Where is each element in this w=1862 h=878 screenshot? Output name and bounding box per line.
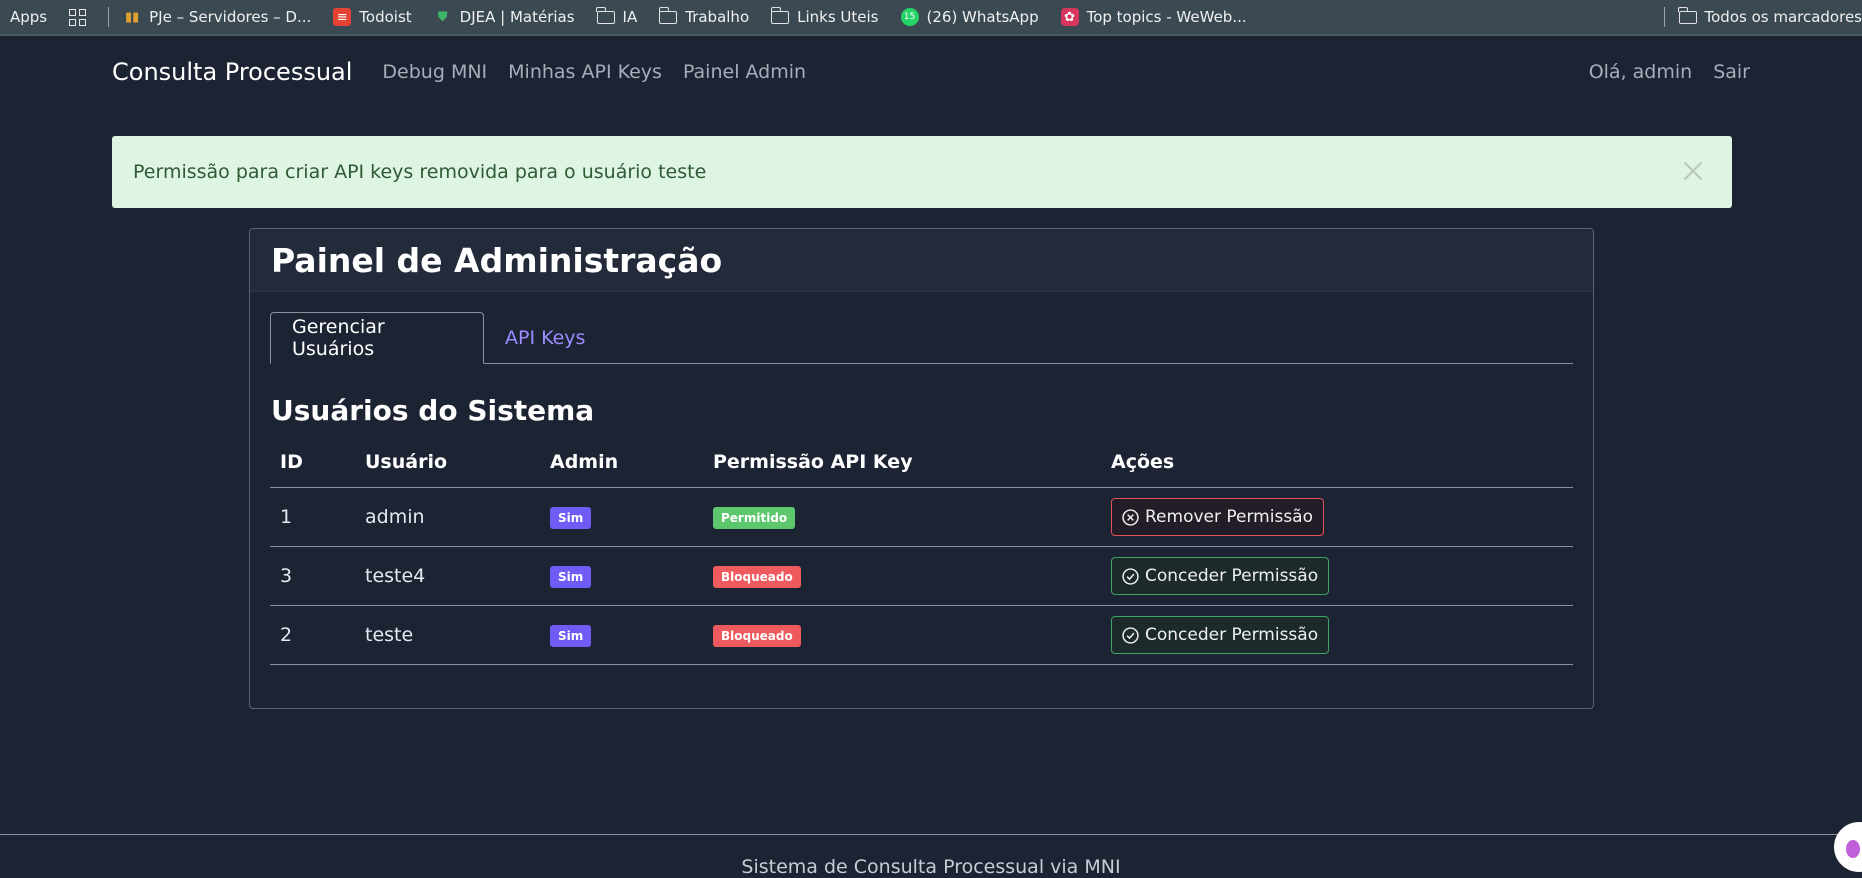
user-greeting: Olá, admin (1589, 61, 1693, 83)
bookmark-label: Trabalho (685, 8, 749, 26)
cell-id: 3 (270, 547, 355, 606)
remove-permission-button[interactable]: Remover Permissão (1111, 498, 1324, 536)
bookmark-links-uteis[interactable]: Links Uteis (771, 8, 878, 26)
check-circle-icon (1122, 627, 1139, 644)
bookmark-label: IA (623, 8, 638, 26)
cell-user: teste (355, 606, 540, 665)
grid-icon (69, 9, 86, 26)
bookmarks-divider (1664, 7, 1665, 27)
cell-actions: Conceder Permissão (1101, 606, 1573, 665)
page-title: Painel de Administração (271, 241, 722, 280)
tab-api-keys[interactable]: API Keys (484, 312, 606, 363)
cell-admin: Sim (540, 547, 703, 606)
bookmark-whatsapp[interactable]: 15 (26) WhatsApp (901, 8, 1039, 26)
column-header-permission: Permissão API Key (703, 437, 1101, 488)
cell-id: 1 (270, 488, 355, 547)
button-label: Conceder Permissão (1145, 625, 1318, 645)
button-label: Remover Permissão (1145, 507, 1313, 527)
section-title: Usuários do Sistema (271, 394, 594, 427)
grant-permission-button[interactable]: Conceder Permissão (1111, 557, 1329, 595)
status-badge: Bloqueado (713, 625, 801, 647)
table-row: 1 admin Sim Permitido Remover Permissão (270, 488, 1573, 547)
grant-permission-button[interactable]: Conceder Permissão (1111, 616, 1329, 654)
status-badge: Permitido (713, 507, 795, 529)
bookmark-ia[interactable]: IA (597, 8, 638, 26)
users-table: ID Usuário Admin Permissão API Key Ações… (270, 437, 1573, 665)
bookmark-pje[interactable]: ▮▮ PJe – Servidores – D... (123, 8, 311, 26)
cell-user: admin (355, 488, 540, 547)
tabs: Gerenciar Usuários API Keys (270, 312, 1573, 364)
cell-permission: Permitido (703, 488, 1101, 547)
logout-link[interactable]: Sair (1713, 61, 1750, 83)
bookmark-label: Todoist (359, 8, 411, 26)
column-header-id: ID (270, 437, 355, 488)
cell-actions: Remover Permissão (1101, 488, 1573, 547)
chart-icon: ▮▮ (123, 8, 141, 26)
cell-actions: Conceder Permissão (1101, 547, 1573, 606)
footer-divider (0, 834, 1862, 835)
bookmarks-bar: Apps ▮▮ PJe – Servidores – D... ≡ Todois… (0, 0, 1862, 36)
whatsapp-icon: 15 (901, 8, 919, 26)
weweb-icon: ✿ (1061, 8, 1079, 26)
alert-message: Permissão para criar API keys removida p… (133, 161, 706, 183)
bookmark-label: Apps (10, 8, 47, 26)
brand-link[interactable]: Consulta Processual (112, 58, 352, 86)
check-circle-icon (1122, 568, 1139, 585)
bookmark-label: Todos os marcadores (1705, 8, 1862, 26)
status-badge: Bloqueado (713, 566, 801, 588)
bookmark-label: (26) WhatsApp (927, 8, 1039, 26)
success-alert: Permissão para criar API keys removida p… (112, 136, 1732, 208)
nav-right: Olá, admin Sair (1568, 61, 1750, 83)
folder-icon (659, 11, 677, 24)
shield-icon: ⛊ (434, 8, 452, 26)
table-header-row: ID Usuário Admin Permissão API Key Ações (270, 437, 1573, 488)
bookmark-label: Links Uteis (797, 8, 878, 26)
column-header-actions: Ações (1101, 437, 1573, 488)
folder-icon (597, 11, 615, 24)
bookmark-label: DJEA | Matérias (460, 8, 575, 26)
admin-badge: Sim (550, 625, 591, 647)
bookmark-djea[interactable]: ⛊ DJEA | Matérias (434, 8, 575, 26)
admin-badge: Sim (550, 507, 591, 529)
cell-user: teste4 (355, 547, 540, 606)
table-row: 3 teste4 Sim Bloqueado Conceder Permissã… (270, 547, 1573, 606)
bookmark-all[interactable]: Todos os marcadores (1679, 8, 1862, 26)
folder-icon (1679, 11, 1697, 24)
bookmark-label: Top topics - WeWeb... (1087, 8, 1247, 26)
tab-manage-users[interactable]: Gerenciar Usuários (270, 312, 484, 364)
bookmark-label: PJe – Servidores – D... (149, 8, 311, 26)
admin-badge: Sim (550, 566, 591, 588)
bookmark-trabalho[interactable]: Trabalho (659, 8, 749, 26)
close-icon[interactable] (1684, 162, 1702, 180)
admin-card: Painel de Administração Gerenciar Usuári… (249, 228, 1594, 709)
cell-admin: Sim (540, 606, 703, 665)
x-circle-icon (1122, 509, 1139, 526)
todoist-icon: ≡ (333, 8, 351, 26)
column-header-user: Usuário (355, 437, 540, 488)
navbar: Consulta Processual Debug MNI Minhas API… (112, 52, 1750, 92)
card-header: Painel de Administração (250, 229, 1593, 292)
table-row: 2 teste Sim Bloqueado Conceder Permissão (270, 606, 1573, 665)
cell-id: 2 (270, 606, 355, 665)
cell-admin: Sim (540, 488, 703, 547)
cell-permission: Bloqueado (703, 606, 1101, 665)
button-label: Conceder Permissão (1145, 566, 1318, 586)
cell-permission: Bloqueado (703, 547, 1101, 606)
column-header-admin: Admin (540, 437, 703, 488)
nav-admin-panel[interactable]: Painel Admin (683, 61, 806, 83)
nav-debug-mni[interactable]: Debug MNI (382, 61, 487, 83)
bookmark-grid[interactable] (69, 9, 86, 26)
folder-icon (771, 11, 789, 24)
bookmark-weweb[interactable]: ✿ Top topics - WeWeb... (1061, 8, 1247, 26)
bookmark-todoist[interactable]: ≡ Todoist (333, 8, 411, 26)
bookmarks-divider (108, 7, 109, 27)
bookmark-apps[interactable]: Apps (10, 8, 47, 26)
nav-api-keys[interactable]: Minhas API Keys (508, 61, 662, 83)
footer-text: Sistema de Consulta Processual via MNI (0, 856, 1862, 878)
